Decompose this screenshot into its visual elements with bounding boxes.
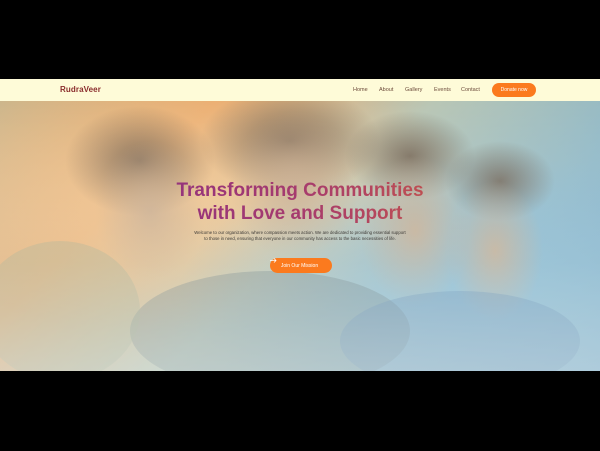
join-mission-button[interactable]: Join Our Mission — [270, 258, 332, 273]
top-navbar: RudraVeer Home About Gallery Events Cont… — [0, 79, 600, 101]
hero-section: Transforming Communities with Love and S… — [0, 101, 600, 371]
page-viewport: RudraVeer Home About Gallery Events Cont… — [0, 79, 600, 371]
hero-description: Welcome to our organization, where compa… — [194, 230, 406, 241]
donate-button[interactable]: Donate now — [492, 83, 536, 97]
nav-link-contact[interactable]: Contact — [461, 87, 480, 93]
brand-logo[interactable]: RudraVeer — [60, 85, 101, 94]
nav-link-events[interactable]: Events — [434, 87, 451, 93]
nav-link-about[interactable]: About — [379, 87, 393, 93]
donate-button-label: Donate now — [500, 87, 528, 93]
nav-link-gallery[interactable]: Gallery — [405, 87, 422, 93]
hero-title-line2: with Love and Support — [0, 202, 600, 225]
nav-link-home[interactable]: Home — [353, 87, 368, 93]
hero-title-line1: Transforming Communities — [0, 179, 600, 202]
join-mission-label: Join Our Mission — [280, 262, 319, 269]
